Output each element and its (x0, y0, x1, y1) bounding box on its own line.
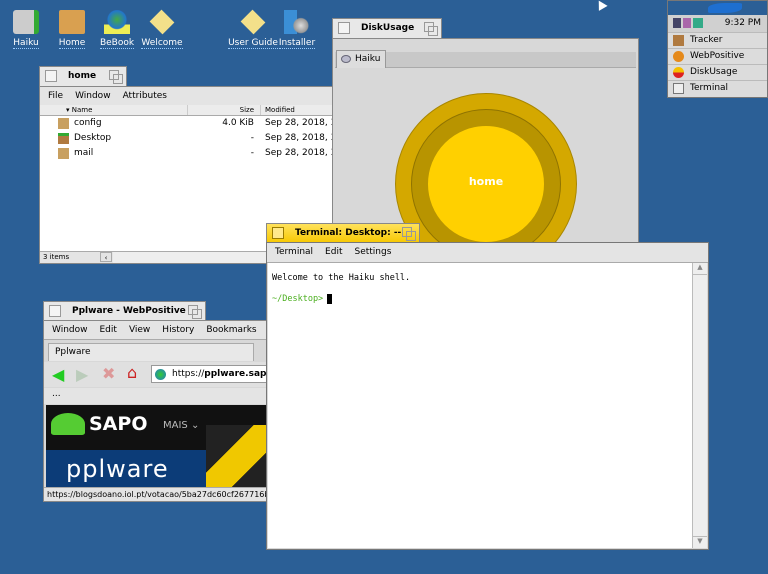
column-name[interactable]: ▾ Name (66, 105, 92, 115)
scroll-up-icon[interactable]: ▲ (693, 263, 707, 275)
welcome-line: Welcome to the Haiku shell. (272, 273, 411, 283)
folder-icon (58, 118, 69, 129)
blog-award-banner: BLOG (206, 425, 268, 488)
menu-bar: File Window Attributes (40, 87, 333, 106)
document-icon (149, 9, 175, 35)
column-modified[interactable]: Modified (260, 105, 340, 115)
volume-tab-haiku[interactable]: Haiku (336, 50, 386, 68)
close-button[interactable] (272, 227, 284, 239)
terminal-window: Terminal Edit Settings Welcome to the Ha… (266, 242, 709, 550)
web-page-content[interactable]: SAPO MAIS ⌄ pplware BLOG (46, 405, 268, 488)
home-window-tab[interactable]: home (39, 66, 127, 86)
deskbar-tray: 9:32 PM (668, 15, 767, 32)
scroll-down-icon[interactable]: ▼ (693, 536, 707, 548)
toolbar: ◀ ▶ ✖ ⌂ https://pplware.sapo.p (44, 362, 268, 387)
diskusage-icon (673, 67, 684, 78)
close-button[interactable] (49, 305, 61, 317)
menu-bar: Terminal Edit Settings (267, 243, 708, 263)
file-row[interactable]: config 4.0 KiB Sep 28, 2018, 3: (40, 116, 339, 131)
prompt-line: ~/Desktop> (272, 294, 688, 304)
zoom-button[interactable] (424, 22, 438, 36)
url-input[interactable]: https://pplware.sapo.p (151, 365, 268, 383)
home-icon[interactable]: ⌂ (127, 363, 137, 382)
cursor (327, 294, 333, 304)
tray-icons[interactable] (673, 18, 703, 28)
menu-bookmarks[interactable]: Bookmarks (206, 321, 256, 339)
zoom-button[interactable] (109, 70, 123, 84)
installer-icon (284, 10, 310, 34)
disk-icon (341, 55, 351, 63)
menu-settings[interactable]: Settings (354, 243, 391, 262)
document-icon (240, 9, 266, 35)
terminal-window-tab[interactable]: Terminal: Desktop: -- (266, 223, 420, 243)
column-header: ▾ Name Size Modified (40, 105, 333, 116)
terminal-icon (673, 83, 684, 94)
scroll-left-button[interactable]: ‹ (100, 252, 112, 262)
item-count: 3 items (43, 253, 70, 261)
stop-icon[interactable]: ✖ (102, 364, 115, 383)
terminal-output[interactable]: Welcome to the Haiku shell. ~/Desktop> (268, 263, 692, 548)
desktop-icon-bebook[interactable]: BeBook (92, 10, 142, 49)
menu-terminal[interactable]: Terminal (275, 243, 313, 262)
menu-view[interactable]: View (129, 321, 150, 339)
browser-tab[interactable]: Pplware (48, 343, 254, 361)
menu-attributes[interactable]: Attributes (123, 87, 167, 105)
prompt: ~/Desktop> (272, 294, 324, 304)
deskbar-leaf-logo[interactable] (668, 1, 767, 15)
mais-menu[interactable]: MAIS ⌄ (163, 420, 199, 431)
clock[interactable]: 9:32 PM (725, 15, 761, 31)
volume-icon (13, 10, 39, 34)
menu-window[interactable]: Window (75, 87, 111, 105)
leaf-icon (708, 3, 742, 13)
zoom-button[interactable] (402, 227, 416, 241)
deskbar-item-diskusage[interactable]: DiskUsage (668, 64, 767, 80)
menu-edit[interactable]: Edit (100, 321, 117, 339)
menu-window[interactable]: Window (52, 321, 88, 339)
sapo-frog-logo (51, 413, 85, 435)
file-row[interactable]: mail - Sep 28, 2018, 3: (40, 146, 339, 161)
desktop-icon-haiku[interactable]: Haiku (1, 10, 51, 49)
deskbar-item-webpositive[interactable]: WebPositive (668, 48, 767, 64)
deskbar-item-tracker[interactable]: Tracker (668, 32, 767, 48)
diskusage-window: Haiku home (332, 38, 639, 243)
mouse-pointer-icon (594, 0, 608, 11)
deskbar: 9:32 PM Tracker WebPositive DiskUsage Te… (667, 0, 768, 98)
zoom-button[interactable] (188, 305, 202, 319)
diskusage-window-tab[interactable]: DiskUsage (332, 18, 442, 38)
close-button[interactable] (338, 22, 350, 34)
forward-icon[interactable]: ▶ (76, 365, 88, 384)
desktop-icon-home[interactable]: Home (47, 10, 97, 49)
column-size[interactable]: Size (187, 105, 257, 115)
webpositive-icon (673, 51, 684, 62)
close-button[interactable] (45, 70, 57, 82)
pplware-logo: pplware (66, 455, 169, 483)
menu-file[interactable]: File (48, 87, 63, 105)
desktop-icon-welcome[interactable]: Welcome (137, 9, 187, 49)
folder-icon (58, 148, 69, 159)
usage-center-home[interactable]: home (427, 125, 545, 242)
home-folder-icon (59, 10, 85, 34)
webpositive-window-tab[interactable]: Pplware - WebPositive (43, 301, 206, 321)
back-icon[interactable]: ◀ (52, 365, 64, 384)
vertical-scrollbar[interactable]: ▲ ▼ (692, 263, 707, 548)
menu-bar: Window Edit View History Bookmarks (44, 321, 268, 340)
menu-edit[interactable]: Edit (325, 243, 342, 262)
webpositive-window: Window Edit View History Bookmarks Pplwa… (43, 320, 269, 502)
status-bar: https://blogsdoano.iol.pt/votacao/5ba27d… (44, 487, 268, 501)
file-row[interactable]: Desktop - Sep 28, 2018, 3: (40, 131, 339, 146)
desktop-icon-installer[interactable]: Installer (272, 10, 322, 49)
deskbar-item-terminal[interactable]: Terminal (668, 80, 767, 96)
book-globe-icon (104, 10, 130, 34)
menu-history[interactable]: History (162, 321, 194, 339)
bookmark-bar[interactable]: ... (44, 388, 268, 404)
desktop-folder-icon (58, 133, 69, 144)
tracker-icon (673, 35, 684, 46)
globe-icon (155, 369, 166, 380)
